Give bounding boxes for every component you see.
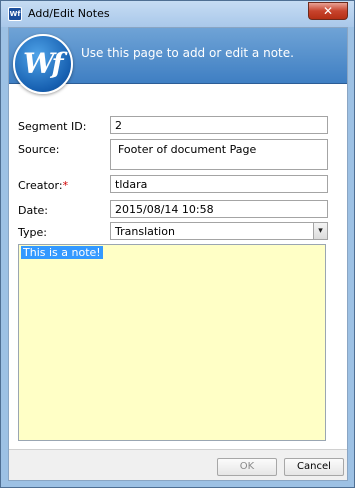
date-field[interactable]: 2015/08/14 10:58 [110,200,328,218]
app-icon: Wf [8,7,22,21]
ok-button[interactable]: OK [217,458,277,476]
logo-text: Wf [23,47,63,80]
dialog-body: Wf Use this page to add or edit a note. … [8,27,348,481]
button-bar: OK Cancel [9,449,347,480]
type-label: Type: [18,226,47,239]
type-select[interactable]: Translation ▾ [110,222,328,240]
window-title: Add/Edit Notes [28,7,110,20]
date-label: Date: [18,204,48,217]
title-bar[interactable]: Wf Add/Edit Notes ✕ [1,1,354,27]
chevron-down-icon[interactable]: ▾ [313,223,327,239]
segment-id-label: Segment ID: [18,120,87,133]
close-button[interactable]: ✕ [308,2,348,20]
header-instruction: Use this page to add or edit a note. [81,46,294,60]
wf-logo-icon: Wf [13,34,73,94]
creator-label: Creator:* [18,179,68,192]
note-textarea[interactable]: This is a note! [18,244,326,441]
header-banner: Wf Use this page to add or edit a note. [9,28,347,94]
cancel-button[interactable]: Cancel [284,458,344,476]
note-text: This is a note! [21,246,103,259]
source-field[interactable]: Footer of document Page [110,139,328,170]
type-select-value: Translation [115,225,175,238]
creator-label-text: Creator: [18,179,63,192]
required-marker: * [62,179,69,192]
creator-field[interactable]: tldara [110,175,328,193]
source-label: Source: [18,143,60,156]
dialog-window: Wf Add/Edit Notes ✕ Wf Use this page to … [0,0,355,488]
segment-id-field[interactable]: 2 [110,116,328,134]
